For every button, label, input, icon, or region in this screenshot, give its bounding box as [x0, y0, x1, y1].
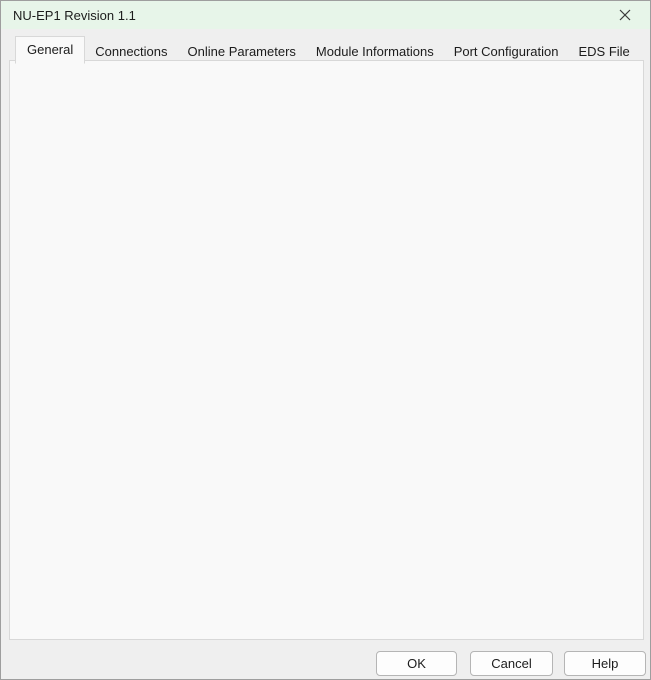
close-button[interactable] — [606, 1, 644, 29]
window-title: NU-EP1 Revision 1.1 — [13, 8, 136, 23]
tab-module-informations[interactable]: Module Informations — [306, 40, 444, 64]
title-bar: NU-EP1 Revision 1.1 — [1, 1, 650, 29]
tab-strip: General Connections Online Parameters Mo… — [15, 36, 640, 64]
tab-eds-file[interactable]: EDS File — [568, 40, 639, 64]
close-icon — [619, 9, 631, 21]
help-button[interactable]: Help — [564, 651, 646, 676]
tab-online-parameters[interactable]: Online Parameters — [178, 40, 306, 64]
tab-port-configuration[interactable]: Port Configuration — [444, 40, 569, 64]
dialog-window: NU-EP1 Revision 1.1 General Connections … — [0, 0, 651, 680]
cancel-button[interactable]: Cancel — [470, 651, 553, 676]
ok-button[interactable]: OK — [376, 651, 457, 676]
tab-connections[interactable]: Connections — [85, 40, 177, 64]
tab-general[interactable]: General — [15, 36, 85, 64]
tab-page-general — [9, 60, 644, 640]
